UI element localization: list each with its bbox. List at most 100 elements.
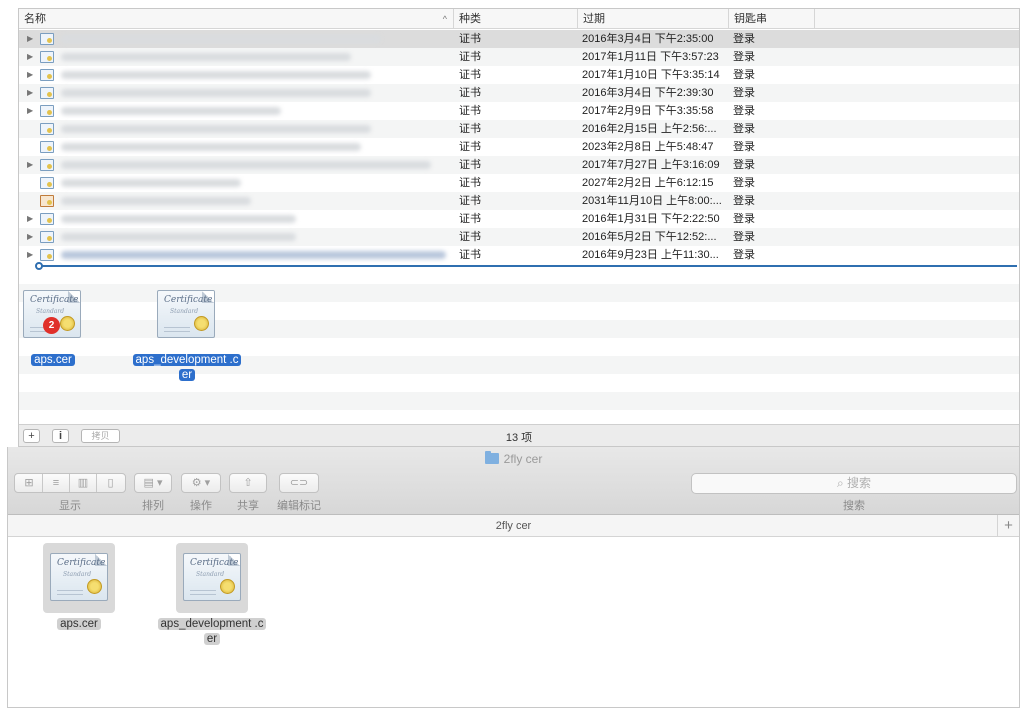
dragged-aps-cer[interactable]: Certificate Standard 2 [23,290,83,340]
column-name-header[interactable]: 名称 ^ [19,9,454,29]
row-kind: 证书 [459,69,481,81]
icon-view-icon[interactable]: ⊞ [16,474,43,492]
certificate-icon: Certificate Standard [50,553,108,601]
redacted-certificate-name [61,233,296,241]
row-expires: 2017年1月10日 下午3:35:14 [582,69,720,81]
row-kind: 证书 [459,195,481,207]
row-keychain: 登录 [733,33,755,45]
empty-row [19,392,1019,410]
table-row[interactable]: ▶ 证书 2016年3月4日 下午2:35:00 登录 [19,30,1019,48]
row-expires: 2016年3月4日 下午2:35:00 [582,33,714,45]
row-keychain: 登录 [733,159,755,171]
tab-bar: 2fly cer + [8,515,1019,537]
list-view-icon[interactable]: ≡ [43,474,70,492]
table-header: 名称 ^ 种类 过期 钥匙串 [19,9,1019,29]
finder-window: 2fly cer ⊞ ≡ ▥ ▯ 显示 ▤ ▾ 排列 ⚙ ▾ 操作 ⇧ 共享 ⊂⊃ 编… [7,447,1020,708]
edit-tags-button[interactable]: ⊂⊃ [279,473,319,493]
disclosure-triangle-icon[interactable]: ▶ [27,156,33,174]
redacted-certificate-name [61,107,281,115]
file-name[interactable]: aps.cer [43,617,115,632]
table-row[interactable]: 证书 2027年2月2日 上午6:12:15 登录 [19,174,1019,192]
folder-icon [484,451,499,464]
table-row[interactable]: ▶ 证书 2016年1月31日 下午2:22:50 登录 [19,210,1019,228]
row-kind: 证书 [459,51,481,63]
arrange-button[interactable]: ▤ ▾ [134,473,172,493]
redacted-certificate-name [61,35,381,43]
table-row[interactable]: ▶ 证书 2017年2月9日 下午3:35:58 登录 [19,102,1019,120]
certificate-icon [40,213,54,225]
item-count: 13 项 [505,432,533,444]
row-keychain: 登录 [733,105,755,117]
table-row[interactable]: ▶ 证书 2017年1月11日 下午3:57:23 登录 [19,48,1019,66]
table-row[interactable]: 证书 2023年2月8日 上午5:48:47 登录 [19,138,1019,156]
dragged-aps-development-cer[interactable]: Certificate Standard [157,290,217,340]
column-keychain-header[interactable]: 钥匙串 [729,9,815,29]
share-button[interactable]: ⇧ [229,473,267,493]
share-icon: ⇧ [243,477,253,489]
row-expires: 2016年3月4日 下午2:39:30 [582,87,714,99]
redacted-certificate-name [61,197,251,205]
dragged-file-name: aps_development .c er [125,353,249,383]
row-kind: 证书 [459,123,481,135]
table-row[interactable]: ▶ 证书 2016年5月2日 下午12:52:... 登录 [19,228,1019,246]
file-name[interactable]: aps_development .c er [150,617,274,647]
redacted-certificate-name [61,251,446,259]
table-row[interactable]: ▶ 证书 2016年3月4日 下午2:39:30 登录 [19,84,1019,102]
keychain-footer: + i 拷贝 13 项 [19,424,1019,446]
row-keychain: 登录 [733,123,755,135]
file-aps-development-cer[interactable]: Certificate Standard [176,543,248,613]
row-expires: 2017年2月9日 下午3:35:58 [582,105,714,117]
search-icon: ⌕ [836,476,844,490]
disclosure-triangle-icon[interactable]: ▶ [27,228,33,246]
certificate-icon [40,87,54,99]
certificate-icon [40,177,54,189]
disclosure-triangle-icon[interactable]: ▶ [27,66,33,84]
column-kind-header[interactable]: 种类 [454,9,578,29]
row-keychain: 登录 [733,195,755,207]
row-kind: 证书 [459,87,481,99]
certificate-icon [40,51,54,63]
row-expires: 2017年7月27日 上午3:16:09 [582,159,720,171]
row-expires: 2027年2月2日 上午6:12:15 [582,177,714,189]
finder-toolbar: 2fly cer ⊞ ≡ ▥ ▯ 显示 ▤ ▾ 排列 ⚙ ▾ 操作 ⇧ 共享 ⊂⊃ 编… [8,447,1019,515]
column-expires-header[interactable]: 过期 [578,9,729,29]
window-title-text: 2fly cer [503,452,543,466]
redacted-certificate-name [61,53,351,61]
table-row[interactable]: ▶ 证书 2017年7月27日 上午3:16:09 登录 [19,156,1019,174]
new-tab-button[interactable]: + [997,515,1019,537]
search-label: 搜索 [843,500,865,512]
certificate-icon [40,249,54,261]
row-kind: 证书 [459,231,481,243]
disclosure-triangle-icon[interactable]: ▶ [27,102,33,120]
share-label: 共享 [237,500,259,512]
table-row[interactable]: ▶ 证书 2016年9月23日 上午11:30... 登录 [19,246,1019,264]
disclosure-triangle-icon[interactable]: ▶ [27,246,33,264]
table-row[interactable]: 证书 2031年11月10日 上午8:00:... 登录 [19,192,1019,210]
cover-flow-icon[interactable]: ▯ [97,474,124,492]
file-aps-cer[interactable]: Certificate Standard [43,543,115,613]
disclosure-triangle-icon[interactable]: ▶ [27,210,33,228]
certificate-icon [40,231,54,243]
drop-indicator-line [37,265,1017,267]
drag-count-badge: 2 [43,317,60,334]
tab-title[interactable]: 2fly cer [496,520,531,532]
search-placeholder: 搜索 [847,476,872,490]
row-keychain: 登录 [733,69,755,81]
view-mode-segmented[interactable]: ⊞ ≡ ▥ ▯ [14,473,126,493]
column-view-icon[interactable]: ▥ [70,474,97,492]
table-row[interactable]: ▶ 证书 2017年1月10日 下午3:35:14 登录 [19,66,1019,84]
column-kind-label: 种类 [459,13,481,25]
disclosure-triangle-icon[interactable]: ▶ [27,84,33,102]
certificate-icon [40,69,54,81]
edit-tags-label: 编辑标记 [277,500,321,512]
disclosure-triangle-icon[interactable]: ▶ [27,48,33,66]
redacted-certificate-name [61,161,431,169]
disclosure-triangle-icon[interactable]: ▶ [27,30,33,48]
sort-ascending-icon: ^ [442,14,447,24]
table-row[interactable]: 证书 2016年2月15日 上午2:56:... 登录 [19,120,1019,138]
redacted-certificate-name [61,143,361,151]
row-expires: 2016年9月23日 上午11:30... [582,249,719,261]
row-expires: 2016年1月31日 下午2:22:50 [582,213,720,225]
action-button[interactable]: ⚙ ▾ [181,473,221,493]
search-field[interactable]: ⌕ 搜索 [691,473,1017,494]
